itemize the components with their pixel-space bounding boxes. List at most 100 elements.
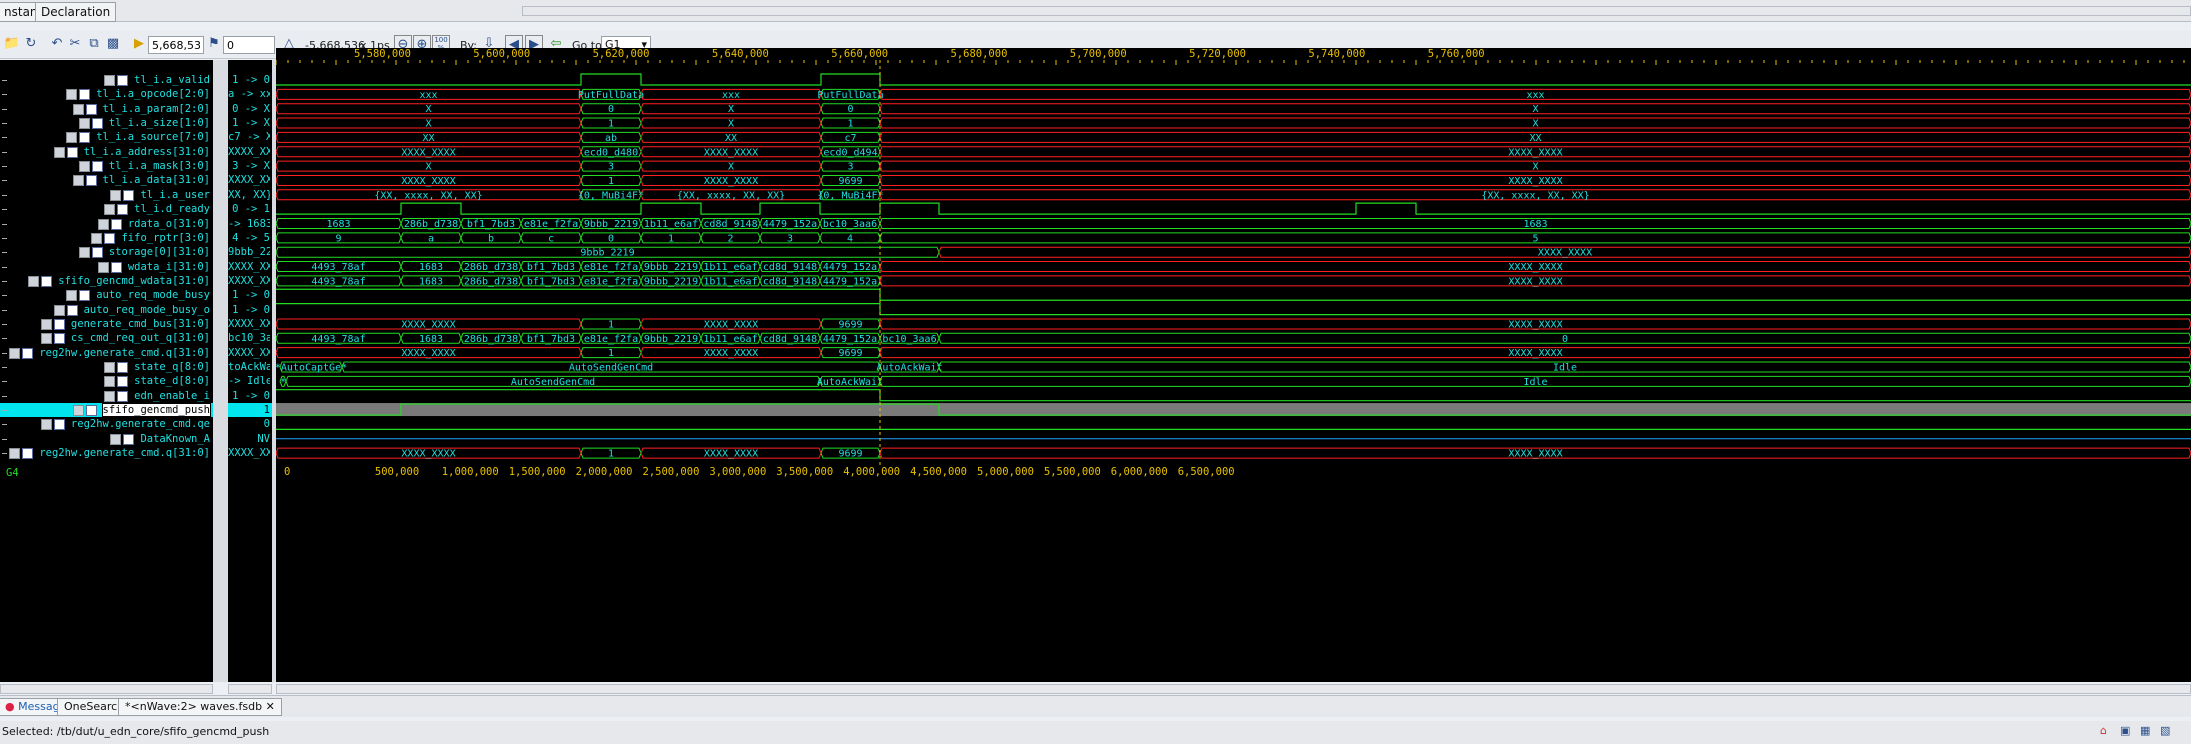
signal-name: auto_req_mode_busy_o (83, 303, 210, 316)
tree-connector (2, 80, 7, 81)
signal-value: toAckWait (228, 361, 270, 373)
signal-row[interactable]: fifo_rptr[3:0] (91, 231, 210, 245)
gen-cmd-bus-wave-label: XXXX_XXXX (401, 319, 455, 330)
signal-row[interactable]: reg2hw.generate_cmd.q[31:0] (9, 446, 210, 460)
home-icon[interactable]: ⌂ (2100, 724, 2107, 737)
undo-icon[interactable]: ↶ (48, 35, 66, 53)
a-mask-wave-label: X (1532, 162, 1538, 173)
signal-row[interactable]: tl_i.a_user (110, 188, 210, 202)
a-opcode-wave-label: PutFullData (817, 90, 883, 101)
signal-row[interactable]: tl_i.a_mask[3:0] (78, 159, 210, 173)
wdata-wave-label: XXXX_XXXX (1508, 262, 1562, 273)
signal-value: 1 -> 0 (232, 74, 270, 86)
signal-row[interactable]: reg2hw.generate_cmd.qe (40, 417, 210, 431)
cut-icon[interactable]: ✂ (66, 35, 84, 53)
signal-type-icon (78, 246, 105, 259)
signal-row[interactable]: tl_i.a_source[7:0] (66, 130, 210, 144)
gen-cmd-bus-wave-label: XXXX_XXXX (1508, 319, 1562, 330)
reload-icon[interactable]: ↻ (22, 35, 40, 53)
ruler-tick-label: 4,000,000 (843, 466, 901, 478)
signal-value: XXXX_XXXX (228, 274, 270, 287)
selected-wave-band (276, 403, 2191, 417)
signal-value-pane[interactable]: 1 -> 0a -> xxx0 -> X1 -> Xc7 -> XXXXXX_X… (228, 60, 272, 682)
signal-name: tl_i.a_mask[3:0] (108, 160, 210, 173)
signal-name: tl_i.a_data[31:0] (102, 174, 210, 187)
waveform-pane[interactable]: 5,580,000 5,600,000 5,620,000 5,640,000 5,66… (276, 48, 2191, 682)
signal-row[interactable]: cs_cmd_req_out_q[31:0] (40, 331, 210, 345)
wdata-wave-label: 9bbb_2219 (644, 262, 698, 273)
signal-row[interactable]: rdata_o[31:0] (97, 217, 210, 231)
tab-declaration[interactable]: Declaration (35, 2, 117, 22)
signal-row[interactable]: tl_i.a_opcode[2:0] (66, 87, 210, 101)
signal-row[interactable]: state_q[8:0] (104, 360, 210, 374)
edn-enable-wave (276, 389, 2191, 402)
signal-type-icon (104, 361, 130, 373)
signal-name: auto_req_mode_busy (96, 289, 210, 302)
a-mask-wave-label: X (728, 162, 734, 173)
layout-icon-2[interactable]: ▧ (2160, 724, 2170, 737)
signal-row[interactable]: auto_req_mode_busy_o (53, 303, 210, 317)
state-q-wave-label: *AutoCaptGe* (276, 363, 347, 374)
tree-connector (2, 323, 7, 325)
signal-type-icon (91, 232, 117, 244)
signal-row[interactable]: DataKnown_A (110, 432, 210, 446)
name-pane-scrollbar[interactable] (0, 684, 213, 694)
ruler-tick-label: 5,620,000 (592, 48, 650, 60)
ruler-tick-label: 5,660,000 (831, 48, 889, 60)
fifo-rptr-wave-label: 1 (668, 233, 674, 244)
tree-connector (2, 252, 7, 254)
open-folder-icon[interactable]: 📁 (3, 35, 21, 53)
tree-connector (2, 367, 7, 368)
paste-icon[interactable]: ▩ (104, 35, 122, 53)
cs-cmd-wave-label: bc10_3aa6 (882, 334, 936, 345)
ruler-tick-label: 3,500,000 (776, 466, 834, 478)
a-data-wave-label: XXXX_XXXX (1508, 176, 1562, 187)
signal-row[interactable]: generate_cmd_bus[31:0] (40, 317, 210, 331)
signal-value: XXXX_XXXX (228, 174, 270, 187)
signal-row[interactable]: edn_enable_i (104, 389, 210, 403)
signal-row[interactable]: tl_i.a_param[2:0] (72, 102, 210, 116)
cursor-icon[interactable]: ▶ (130, 35, 148, 53)
value-pane-scrollbar[interactable] (228, 684, 272, 694)
signal-name: tl_i.a_address[31:0] (83, 145, 210, 158)
signal-name-pane[interactable]: G4 tl_i.a_valid tl_i.a_opcode[2:0] tl_i.a_p… (0, 60, 213, 682)
storage-wave-label: 9bbb_2219 (580, 248, 634, 259)
signal-name: tl_i.a_param[2:0] (102, 102, 210, 115)
marker-icon[interactable]: ⚑ (205, 35, 223, 53)
cursor-time-input[interactable] (148, 36, 204, 54)
signal-type-icon (66, 88, 92, 101)
signal-row[interactable]: tl_i.a_address[31:0] (53, 145, 210, 159)
signal-row[interactable]: tl_i.d_ready (104, 202, 210, 216)
wdata-wave-label: 1683 (419, 262, 443, 273)
signal-row[interactable]: reg2hw.generate_cmd.q[31:0] (9, 346, 210, 360)
pane-splitter-left[interactable] (213, 60, 228, 682)
tree-connector (2, 209, 7, 211)
tab-nwave[interactable]: *<nWave:2> waves.fsdb ✕ (118, 698, 282, 716)
signal-value: c7 -> XX (228, 131, 270, 144)
a-source-wave-label: c7 (844, 133, 856, 144)
window-icon[interactable]: ▣ (2120, 724, 2130, 737)
signal-row[interactable]: sfifo_gencmd_wdata[31:0] (28, 274, 210, 288)
close-icon[interactable]: ✕ (266, 700, 275, 713)
copy-icon[interactable]: ⧉ (85, 35, 103, 53)
signal-type-icon (72, 404, 99, 417)
signal-row[interactable]: sfifo_gencmd_push (72, 403, 212, 418)
signal-row[interactable]: wdata_i[31:0] (97, 260, 210, 274)
rdata-wave-label: 1683 (1523, 219, 1547, 230)
signal-row[interactable]: tl_i.a_valid (104, 73, 210, 87)
marker-time-input[interactable] (223, 36, 275, 54)
signal-row[interactable]: auto_req_mode_busy (66, 288, 210, 302)
top-horizontal-scrollbar[interactable] (522, 6, 2191, 16)
layout-icon[interactable]: ▦ (2140, 724, 2150, 737)
signal-row[interactable]: tl_i.a_data[31:0] (72, 173, 210, 187)
reg2hw-q-wave-label: 9699 (838, 348, 862, 359)
tree-connector (2, 453, 7, 455)
signal-row[interactable]: state_d[8:0] (104, 374, 210, 388)
signal-name: tl_i.a_user (140, 188, 210, 201)
waveform-canvas[interactable]: xxx PutFullData xxx PutFullData xxxX 0 X 0 XX 1 X 1… (276, 60, 2191, 682)
signal-value: XXXX_XXXX (228, 260, 270, 273)
signal-name: wdata_i[31:0] (127, 260, 210, 273)
signal-row[interactable]: storage[0][31:0] (78, 245, 210, 259)
wave-pane-scrollbar[interactable] (276, 684, 2191, 694)
signal-row[interactable]: tl_i.a_size[1:0] (78, 116, 210, 130)
